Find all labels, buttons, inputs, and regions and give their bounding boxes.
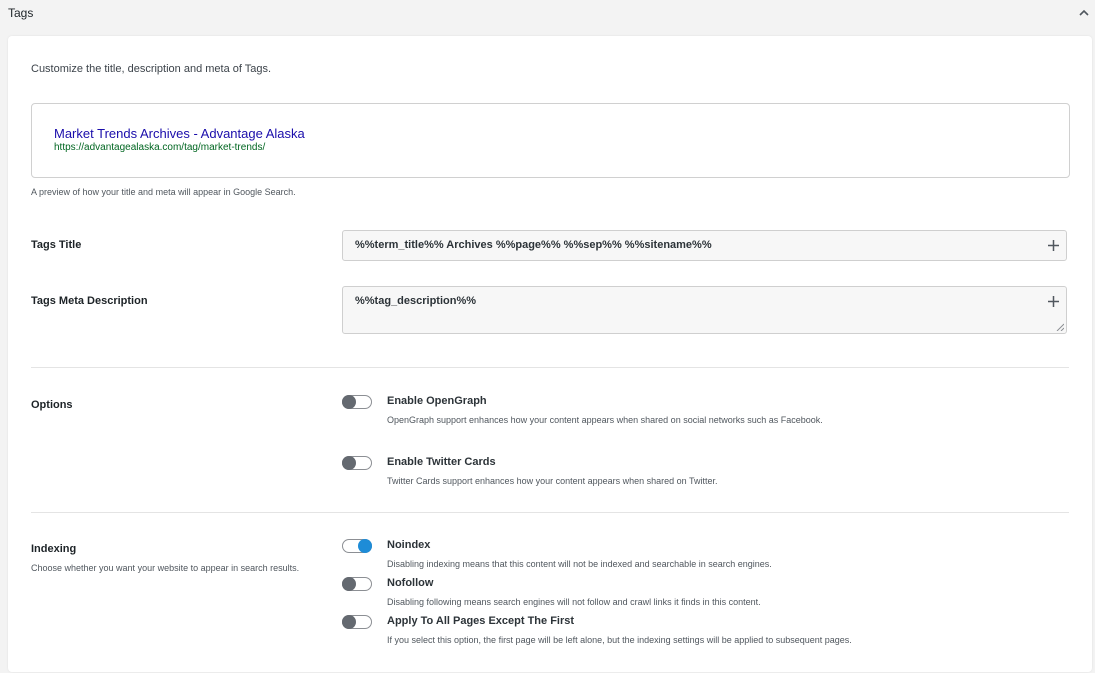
preview-url: https://advantagealaska.com/tag/market-t…	[54, 142, 266, 153]
plus-icon[interactable]	[1047, 295, 1060, 308]
toggle-knob	[342, 577, 356, 591]
indexing-help: Choose whether you want your website to …	[31, 563, 300, 573]
indexing-label: Indexing	[31, 543, 77, 555]
tags-description-value: %%tag_description%%	[355, 295, 477, 307]
twitter-cards-description: Twitter Cards support enhances how your …	[387, 476, 718, 486]
plus-icon[interactable]	[1047, 239, 1060, 252]
toggle-knob	[342, 615, 356, 629]
apply-all-pages-label: Apply To All Pages Except The First	[387, 615, 575, 627]
opengraph-label: Enable OpenGraph	[387, 395, 487, 407]
preview-title: Market Trends Archives - Advantage Alask…	[54, 126, 305, 141]
section-title: Tags	[8, 6, 34, 20]
opengraph-description: OpenGraph support enhances how your cont…	[387, 415, 823, 425]
toggle-knob	[342, 456, 356, 470]
toggle-apply-all-pages[interactable]	[342, 615, 372, 629]
tags-title-value: %%term_title%% Archives %%page%% %%sep%%…	[355, 239, 712, 251]
apply-all-pages-description: If you select this option, the first pag…	[387, 635, 852, 645]
tags-description-label: Tags Meta Description	[31, 295, 148, 307]
section-intro: Customize the title, description and met…	[31, 63, 272, 75]
divider	[31, 367, 1069, 368]
toggle-knob	[342, 395, 356, 409]
tags-description-textarea[interactable]: %%tag_description%%	[342, 286, 1067, 334]
noindex-description: Disabling indexing means that this conte…	[387, 559, 772, 569]
section-header[interactable]: Tags	[0, 0, 1095, 34]
toggle-noindex[interactable]	[342, 539, 372, 553]
tags-settings-card: Customize the title, description and met…	[8, 36, 1092, 672]
search-preview: Market Trends Archives - Advantage Alask…	[31, 103, 1070, 178]
options-label: Options	[31, 399, 73, 411]
toggle-knob	[358, 539, 372, 553]
nofollow-label: Nofollow	[387, 577, 434, 589]
toggle-nofollow[interactable]	[342, 577, 372, 591]
toggle-twitter-cards[interactable]	[342, 456, 372, 470]
divider	[31, 512, 1069, 513]
chevron-up-icon[interactable]	[1077, 6, 1091, 20]
nofollow-description: Disabling following means search engines…	[387, 597, 761, 607]
preview-help: A preview of how your title and meta wil…	[31, 187, 296, 197]
noindex-label: Noindex	[387, 539, 431, 551]
tags-title-label: Tags Title	[31, 239, 82, 251]
resize-grip-icon[interactable]	[1056, 323, 1064, 331]
twitter-cards-label: Enable Twitter Cards	[387, 456, 496, 468]
tags-title-input[interactable]: %%term_title%% Archives %%page%% %%sep%%…	[342, 230, 1067, 261]
toggle-opengraph[interactable]	[342, 395, 372, 409]
